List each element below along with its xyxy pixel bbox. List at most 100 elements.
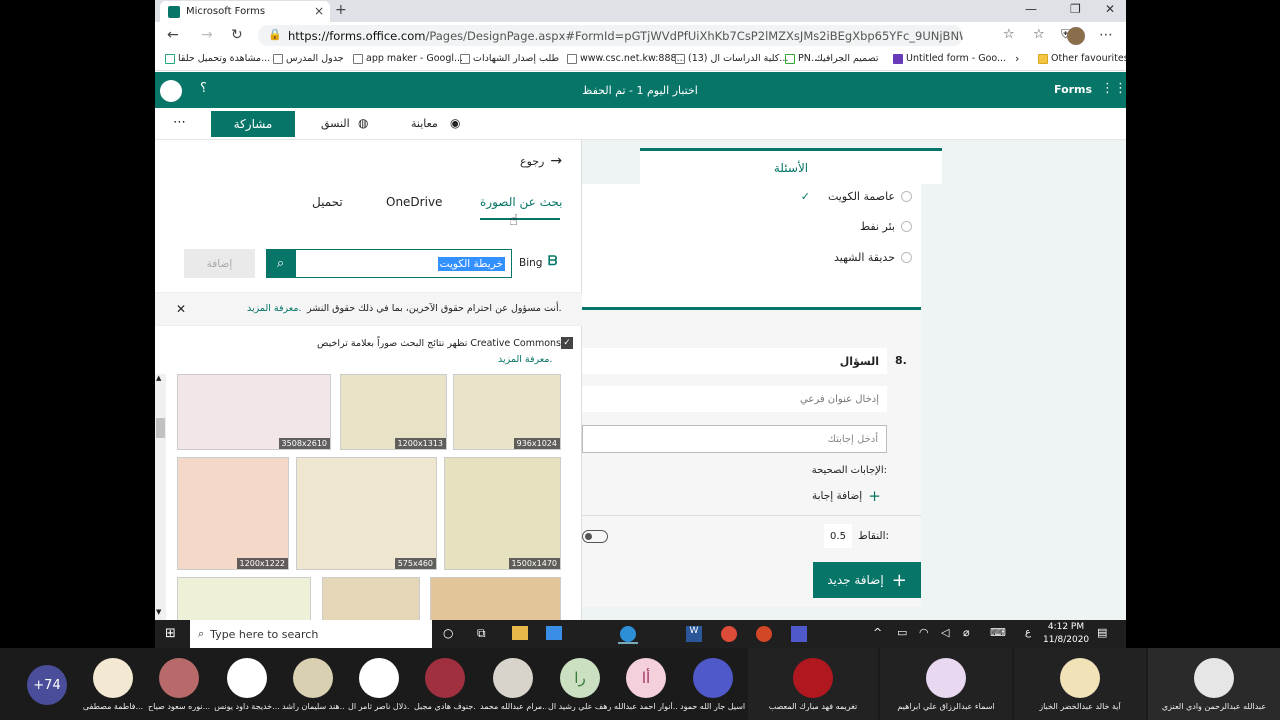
url-field[interactable]: 🔒 https://forms.office.com/Pages/DesignP… <box>258 25 963 46</box>
new-tab-button[interactable]: + <box>335 2 347 18</box>
bookmark-item[interactable]: www.csc.net.kw:888... <box>567 53 686 64</box>
participant-tile[interactable]: عبدالله عبدالرحمن وادي العنزي <box>1148 648 1280 720</box>
file-explorer-icon[interactable] <box>512 626 528 640</box>
more-participants-button[interactable]: +74 <box>27 665 67 705</box>
bookmark-item[interactable]: تصميم الجرافيك <box>815 53 879 64</box>
add-new-button[interactable]: إضافة جديد + <box>813 562 921 598</box>
mic-icon[interactable]: ⌀ <box>963 626 970 639</box>
participant-tile[interactable]: اسماء عبدالرزاق علي ابراهيم <box>880 648 1012 720</box>
tab-onedrive[interactable]: OneDrive <box>386 195 442 209</box>
mail-icon[interactable] <box>546 626 562 640</box>
participant-tile[interactable]: تغريمه فهد مبارك المعصب <box>748 648 878 720</box>
clock-date[interactable]: 11/8/2020 <box>1043 635 1089 645</box>
add-image-button[interactable]: إضافة <box>184 249 255 278</box>
participant-tile[interactable]: ذلال ناصر ثامر ال... <box>348 648 410 720</box>
scroll-up-icon[interactable]: ▲ <box>156 374 161 382</box>
image-result[interactable]: 1500x1470 <box>444 457 561 570</box>
keyboard-icon[interactable]: ⌨ <box>990 626 1006 639</box>
participant-tile[interactable]: نوره سعود صياح... <box>148 648 210 720</box>
scroll-down-icon[interactable]: ▼ <box>156 608 161 616</box>
bookmark-item[interactable]: (13) كلية الدراسات ال... <box>675 53 788 64</box>
subtitle-input[interactable]: إدخال عنوان فرعي <box>582 386 887 412</box>
forward-icon[interactable]: → <box>201 27 213 43</box>
notice-learn-more[interactable]: معرفة المزيد. <box>247 303 302 314</box>
chevron-right-icon[interactable]: › <box>1015 52 1019 65</box>
share-button[interactable]: مشاركة <box>211 111 295 137</box>
more-options-icon[interactable]: ⋯ <box>173 115 186 130</box>
wifi-icon[interactable]: ◠ <box>919 626 929 639</box>
scrollbar[interactable]: ▲ ▼ <box>155 374 166 620</box>
participant-tile[interactable]: اسيل جار الله حمود... <box>680 648 746 720</box>
add-answer-button[interactable]: إضافة إجابة + <box>812 487 881 505</box>
close-window-icon[interactable]: ✕ <box>1105 2 1115 16</box>
restore-icon[interactable]: ❐ <box>1070 2 1081 16</box>
user-avatar[interactable] <box>160 80 182 102</box>
participant-tile[interactable]: فاطمة مصطفى... <box>82 648 144 720</box>
bookmark-item[interactable]: جدول المدرس <box>273 53 344 64</box>
minimize-icon[interactable]: — <box>1025 2 1037 16</box>
tab-image-search[interactable]: بحث عن الصورة <box>480 195 562 209</box>
image-result[interactable]: 1200x1313 <box>340 374 447 450</box>
bookmark-item[interactable]: Untitled form - Goo... <box>893 53 1006 64</box>
scroll-thumb[interactable] <box>156 418 165 438</box>
powerpoint-icon[interactable] <box>756 626 772 642</box>
battery-icon[interactable]: ▭ <box>897 626 907 639</box>
participant-tile[interactable]: جنوف هادي مجبل... <box>414 648 476 720</box>
image-search-input[interactable]: خريطة الكويت <box>295 249 512 278</box>
collections-icon[interactable]: ☆ <box>1033 27 1045 42</box>
close-icon[interactable]: ✕ <box>176 302 186 316</box>
image-result[interactable] <box>177 577 311 620</box>
option-radio[interactable] <box>901 252 912 263</box>
tab-questions[interactable]: الأسئلة <box>640 148 942 184</box>
cc-learn-more[interactable]: معرفة المزيد. <box>498 354 553 365</box>
notifications-icon[interactable]: ▤ <box>1097 626 1107 639</box>
tray-expand-icon[interactable]: ^ <box>873 626 882 639</box>
refresh-icon[interactable]: ↻ <box>231 27 243 43</box>
option-radio[interactable] <box>901 221 912 232</box>
bookmark-item[interactable]: app maker - Googl... <box>353 53 463 64</box>
participant-tile[interactable]: را رهف علي رشيد ال... <box>548 648 612 720</box>
image-result[interactable] <box>430 577 561 620</box>
answer-input[interactable]: أدخل إجابتك <box>582 425 887 453</box>
back-icon[interactable]: ← <box>167 27 179 43</box>
profile-avatar[interactable] <box>1067 27 1085 45</box>
creative-commons-checkbox[interactable]: ✓ <box>561 337 573 349</box>
chrome-icon[interactable] <box>721 626 737 642</box>
image-result[interactable] <box>322 577 420 620</box>
help-icon[interactable]: ؟ <box>200 81 207 96</box>
windows-start-icon[interactable]: ⊞ <box>165 626 176 641</box>
preview-button[interactable]: معاينة <box>411 117 438 130</box>
back-button[interactable]: رجوع → <box>520 153 562 169</box>
menu-dots-icon[interactable]: ⋯ <box>1099 27 1113 43</box>
image-result[interactable]: 1200x1222 <box>177 457 289 570</box>
volume-icon[interactable]: ◁ <box>941 626 949 639</box>
teams-icon[interactable] <box>791 626 807 642</box>
participant-tile[interactable]: خديجة داود يونس... <box>214 648 280 720</box>
taskbar-search[interactable]: ⌕ Type here to search <box>190 620 432 648</box>
bookmark-item[interactable]: طلب إصدار الشهادات <box>460 53 559 64</box>
bookmark-item[interactable]: مشاهدة وتحميل حلقا... <box>165 53 270 64</box>
tab-upload[interactable]: تحميل <box>312 195 343 209</box>
tab-microsoft-forms[interactable]: Microsoft Forms × <box>160 1 330 22</box>
other-favourites[interactable]: Other favourites <box>1038 53 1126 64</box>
language-indicator[interactable]: ع <box>1025 627 1031 638</box>
cortana-icon[interactable]: ○ <box>443 626 453 640</box>
image-result[interactable]: 3508x2610 <box>177 374 331 450</box>
question-input[interactable]: السؤال <box>582 348 887 374</box>
toggle-switch[interactable] <box>582 530 608 543</box>
points-input[interactable]: 0.5 <box>824 524 852 548</box>
participant-tile[interactable]: أا أنوار احمد عبدالله... <box>614 648 678 720</box>
edge-icon[interactable] <box>618 624 638 644</box>
participant-tile[interactable]: آية خالد عبدالخضر الخباز <box>1014 648 1146 720</box>
clock-time[interactable]: 4:12 PM <box>1043 622 1089 632</box>
task-view-icon[interactable]: ⧉ <box>477 626 486 641</box>
participant-tile[interactable]: هند سليمان راشد... <box>282 648 344 720</box>
word-icon[interactable]: W <box>686 626 702 642</box>
image-result[interactable]: 575x460 <box>296 457 437 570</box>
star-icon[interactable]: ☆ <box>1003 27 1015 42</box>
image-result[interactable]: 936x1024 <box>453 374 561 450</box>
tab-close-icon[interactable]: × <box>314 4 324 18</box>
theme-button[interactable]: النسق <box>321 117 350 130</box>
option-radio[interactable] <box>901 191 912 202</box>
participant-tile[interactable]: مرام عبدالله محمد... <box>480 648 546 720</box>
